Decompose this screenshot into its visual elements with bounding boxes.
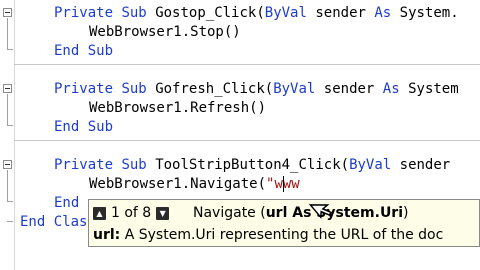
triangle-up-icon[interactable]: ▲	[93, 206, 106, 220]
code-line-gofresh-declaration[interactable]: Private Sub Gofresh_Click(ByVal sender A…	[54, 80, 459, 98]
collapse-toggle-toolstrip[interactable]	[3, 160, 12, 169]
code-line-end-sub[interactable]: End Sub	[54, 42, 113, 60]
outline-line	[7, 170, 8, 202]
text-caret	[283, 176, 284, 192]
overload-count: 1 of 8	[111, 205, 152, 221]
mouse-pointer-icon	[308, 204, 333, 220]
outline-end-tick	[7, 201, 13, 202]
collapse-toggle-gofresh[interactable]	[3, 84, 12, 93]
code-line-end[interactable]: End	[54, 194, 79, 212]
code-line-stop-call[interactable]: WebBrowser1.Stop()	[89, 23, 241, 41]
method-separator	[14, 140, 480, 141]
code-line-end-sub[interactable]: End Sub	[54, 118, 113, 136]
code-line-end-class[interactable]: End Clas	[20, 213, 87, 231]
outline-line	[7, 94, 8, 126]
parameter-description: url: A System.Uri representing the URL o…	[93, 227, 444, 243]
outline-line	[7, 18, 8, 50]
collapse-toggle-gostop[interactable]	[3, 8, 12, 17]
method-separator	[14, 64, 480, 65]
code-line-refresh-call[interactable]: WebBrowser1.Refresh()	[89, 99, 266, 117]
parameter-info-tooltip: ▲ 1 of 8 ▼ Navigate (url As System.Uri) …	[88, 199, 480, 247]
outline-end-tick	[7, 49, 13, 50]
method-signature: Navigate (url As System.Uri)	[193, 205, 409, 221]
code-line-toolstrip-declaration[interactable]: Private Sub ToolStripButton4_Click(ByVal…	[54, 156, 450, 174]
outline-end-tick	[7, 125, 13, 126]
code-line-gostop-declaration[interactable]: Private Sub Gostop_Click(ByVal sender As…	[54, 4, 459, 22]
overload-navigator: ▲ 1 of 8 ▼	[93, 203, 170, 223]
code-line-navigate-call[interactable]: WebBrowser1.Navigate("www	[89, 175, 300, 193]
triangle-down-icon[interactable]: ▼	[156, 206, 170, 220]
outline-end-tick	[7, 221, 13, 222]
code-editor[interactable]: Private Sub Gostop_Click(ByVal sender As…	[0, 0, 480, 270]
